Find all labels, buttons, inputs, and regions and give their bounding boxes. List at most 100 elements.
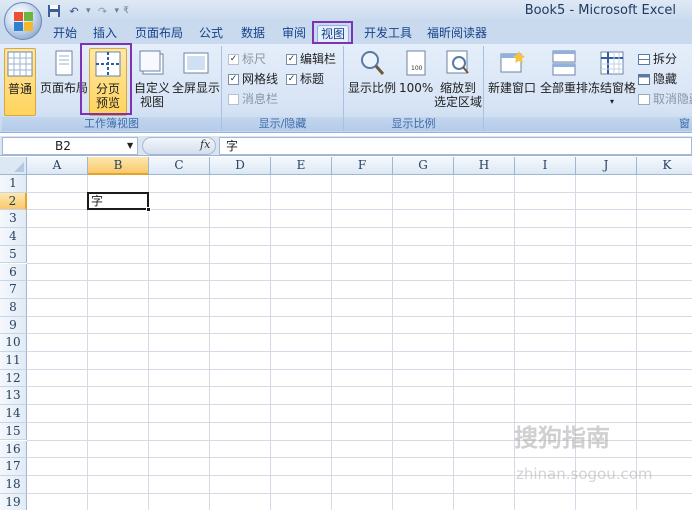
tab-foxit-reader[interactable]: 福昕阅读器 bbox=[424, 25, 490, 44]
row-header[interactable]: 1 bbox=[0, 175, 27, 193]
formula-input[interactable]: 字 bbox=[219, 137, 692, 155]
row-header[interactable]: 16 bbox=[0, 440, 27, 459]
row-header[interactable]: 18 bbox=[0, 475, 27, 494]
tab-insert[interactable]: 插入 bbox=[90, 25, 120, 44]
tab-data[interactable]: 数据 bbox=[238, 25, 268, 44]
column-header[interactable]: B bbox=[88, 157, 149, 175]
column-header[interactable]: G bbox=[393, 157, 454, 175]
tab-home[interactable]: 开始 bbox=[50, 25, 80, 44]
column-header[interactable]: J bbox=[576, 157, 637, 175]
gridline-vertical bbox=[514, 175, 515, 510]
active-cell-b2[interactable]: 字 bbox=[87, 191, 149, 211]
row-header[interactable]: 6 bbox=[0, 263, 27, 282]
gridline-vertical bbox=[87, 175, 88, 510]
row-header[interactable]: 13 bbox=[0, 387, 27, 406]
save-icon[interactable] bbox=[46, 3, 62, 19]
column-header[interactable]: C bbox=[149, 157, 210, 175]
column-header[interactable]: E bbox=[271, 157, 332, 175]
office-button[interactable] bbox=[4, 2, 42, 40]
insert-function-icon[interactable]: fx bbox=[200, 138, 210, 151]
column-header[interactable]: A bbox=[27, 157, 88, 175]
gridline-vertical bbox=[392, 175, 393, 510]
select-all-corner[interactable] bbox=[0, 157, 27, 175]
row-header[interactable]: 2 bbox=[0, 192, 27, 211]
column-header[interactable]: H bbox=[454, 157, 515, 175]
gridline-vertical bbox=[209, 175, 210, 510]
undo-icon[interactable]: ↶ bbox=[66, 3, 82, 19]
row-header[interactable]: 10 bbox=[0, 334, 27, 352]
row-header[interactable]: 3 bbox=[0, 210, 27, 229]
svg-text:100: 100 bbox=[411, 65, 423, 72]
row-header[interactable]: 14 bbox=[0, 405, 27, 423]
quick-access-toolbar: ↶ ▾ ↷ ▾ ₹ bbox=[46, 3, 129, 19]
row-header[interactable]: 11 bbox=[0, 352, 27, 370]
worksheet-grid[interactable]: A B C D E F G H I J K 1 2 3 4 5 6 7 8 9 10 11 12 13 14 15 16 17 18 19… bbox=[0, 157, 692, 510]
row-header[interactable]: 4 bbox=[0, 228, 27, 246]
row-header[interactable]: 15 bbox=[0, 422, 27, 441]
split-icon bbox=[638, 53, 650, 65]
normal-view-button[interactable]: 普通 bbox=[4, 48, 36, 116]
gridline-horizontal bbox=[27, 297, 692, 299]
zoom-to-selection-button[interactable]: 缩放到 选定区域 bbox=[434, 48, 482, 116]
gridline-horizontal bbox=[27, 457, 692, 459]
split-button[interactable]: 拆分 bbox=[638, 50, 677, 68]
name-box-dropdown-icon[interactable]: ▼ bbox=[127, 141, 133, 150]
arrange-all-button[interactable]: 全部重排 bbox=[539, 48, 589, 116]
new-window-button[interactable]: 新建窗口 bbox=[486, 48, 538, 116]
formula-bar-checkbox[interactable]: ✓ 编辑栏 bbox=[286, 50, 336, 68]
group-label-window: 窗 bbox=[484, 117, 692, 131]
checkbox-checked-icon: ✓ bbox=[228, 73, 239, 85]
row-header[interactable]: 5 bbox=[0, 245, 27, 264]
column-header[interactable]: D bbox=[210, 157, 271, 175]
hide-window-icon bbox=[638, 73, 650, 85]
headings-checkbox[interactable]: ✓ 标题 bbox=[286, 70, 324, 88]
tab-formulas[interactable]: 公式 bbox=[196, 25, 226, 44]
gridline-vertical bbox=[453, 175, 454, 510]
gridline-horizontal bbox=[27, 333, 692, 335]
gridline-horizontal bbox=[27, 404, 692, 406]
row-header[interactable]: 12 bbox=[0, 369, 27, 388]
checkbox-checked-icon: ✓ bbox=[286, 73, 297, 85]
zoom-to-selection-icon bbox=[446, 50, 469, 74]
gridlines-checkbox[interactable]: ✓ 网格线 bbox=[228, 70, 278, 88]
chevron-down-icon: ▾ bbox=[609, 97, 614, 106]
gridline-horizontal bbox=[27, 351, 692, 352]
tab-review[interactable]: 审阅 bbox=[279, 25, 309, 44]
row-header[interactable]: 9 bbox=[0, 316, 27, 335]
row-header[interactable]: 7 bbox=[0, 281, 27, 299]
ruler-checkbox[interactable]: ✓ 标尺 bbox=[228, 50, 266, 68]
group-show-hide: ✓ 标尺 ✓ 编辑栏 ✓ 网格线 ✓ 标题 消息栏 显示/隐藏 bbox=[222, 46, 344, 131]
custom-views-icon bbox=[139, 50, 164, 75]
gridline-horizontal bbox=[27, 262, 692, 264]
tab-developer[interactable]: 开发工具 bbox=[361, 25, 415, 44]
normal-view-icon bbox=[7, 51, 33, 77]
tab-page-layout[interactable]: 页面布局 bbox=[132, 25, 186, 44]
hide-window-button[interactable]: 隐藏 bbox=[638, 70, 677, 88]
row-header[interactable]: 17 bbox=[0, 458, 27, 476]
checkbox-checked-icon: ✓ bbox=[228, 53, 239, 65]
zoom-button[interactable]: 显示比例 bbox=[346, 48, 398, 116]
row-header[interactable]: 8 bbox=[0, 298, 27, 317]
gridline-vertical bbox=[575, 175, 576, 510]
fill-handle[interactable] bbox=[146, 207, 151, 213]
full-screen-button[interactable]: 全屏显示 bbox=[172, 48, 220, 116]
name-box[interactable]: B2 bbox=[2, 137, 138, 155]
column-header[interactable]: I bbox=[515, 157, 576, 175]
custom-views-button[interactable]: 自定义 视图 bbox=[132, 48, 172, 116]
window-title: Book5 - Microsoft Excel bbox=[524, 3, 676, 18]
freeze-panes-button[interactable]: 冻结窗格 ▾ bbox=[588, 48, 636, 116]
redo-icon[interactable]: ↷ bbox=[95, 3, 111, 19]
row-header[interactable]: 19 bbox=[0, 493, 27, 510]
message-bar-checkbox[interactable]: 消息栏 bbox=[228, 90, 278, 108]
group-label-zoom: 显示比例 bbox=[344, 117, 483, 131]
unhide-window-button[interactable]: 取消隐藏 bbox=[638, 90, 692, 108]
customize-qat-icon[interactable]: ₹ bbox=[123, 6, 129, 16]
column-header[interactable]: F bbox=[332, 157, 393, 175]
column-header[interactable]: K bbox=[637, 157, 692, 175]
unhide-window-icon bbox=[638, 93, 650, 105]
title-bar: ↶ ▾ ↷ ▾ ₹ Book5 - Microsoft Excel bbox=[0, 0, 692, 22]
zoom-100-button[interactable]: 100 100% bbox=[399, 48, 433, 116]
formula-bar: B2 ▼ fx 字 bbox=[0, 136, 692, 156]
undo-dropdown-icon[interactable]: ▾ bbox=[86, 6, 91, 16]
redo-dropdown-icon[interactable]: ▾ bbox=[115, 6, 120, 16]
